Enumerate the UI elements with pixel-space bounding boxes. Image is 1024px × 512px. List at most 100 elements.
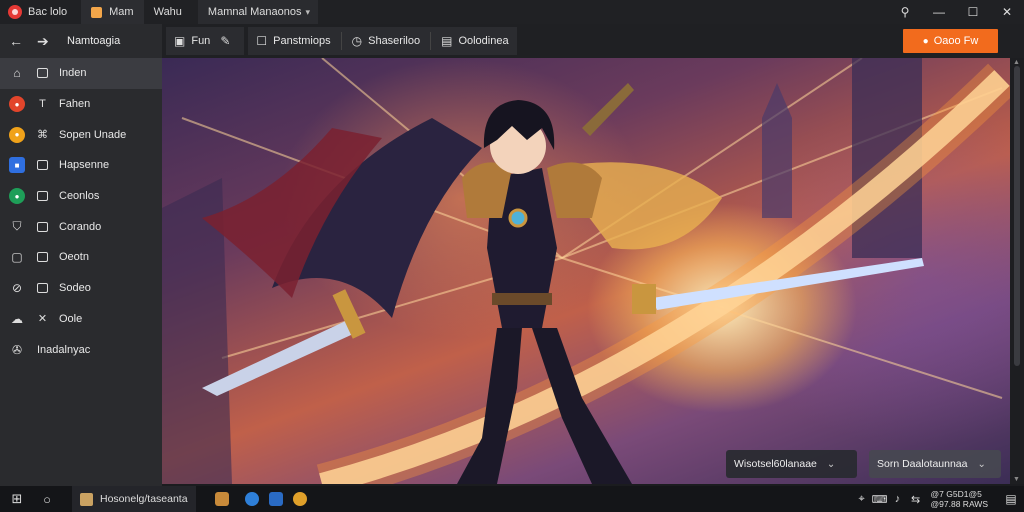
pin-icon[interactable]: ⚲ — [888, 0, 922, 24]
sidebar-item-hapsenne[interactable]: ■ Hapsenne — [0, 150, 162, 181]
toolbar-group-panstmiops: ☐ Panstmiops ◷ Shaseriloo ▤ Oolodinea — [248, 27, 517, 55]
sidebar-item-oole[interactable]: ☁ ✕ Oole — [0, 304, 162, 335]
canvas-selector-left[interactable]: Wisotsel60lanaae ⌄ — [726, 450, 857, 478]
sidebar-item-ceonlos[interactable]: ● Ceonlos — [0, 181, 162, 212]
doc-icon: ▤ — [441, 34, 453, 48]
pencil-icon[interactable]: ✎ — [220, 34, 230, 48]
scroll-down-icon[interactable]: ▼ — [1013, 476, 1020, 483]
window-icon — [37, 283, 48, 294]
arrow-left-icon[interactable]: ← — [9, 33, 25, 49]
app-thumbnail-icon — [80, 492, 93, 506]
sidebar-item-oeotn[interactable]: ▢ Oeotn — [0, 242, 162, 273]
store-icon[interactable] — [264, 486, 288, 512]
orange-red-circle-icon: ● — [9, 96, 25, 113]
fun-button[interactable]: ▣ Fun — [174, 34, 210, 48]
square-icon: ☐ — [256, 34, 268, 48]
shield-icon: ⛉ — [12, 219, 22, 234]
sidebar-item-inadalnyac[interactable]: ✇ Inadalnyac — [0, 334, 162, 365]
divider — [430, 32, 432, 50]
image-icon: ▣ — [174, 34, 186, 48]
panstmiops-button[interactable]: ☐ Panstmiops — [256, 34, 330, 48]
title-bar: Bac lolo Mam Wahu Mamnal Manaonos ▾ ⚲ — … — [0, 0, 1024, 24]
maximize-button[interactable]: ☐ — [956, 0, 990, 24]
chevron-down-icon: ▾ — [305, 6, 311, 17]
settings-icon: ✇ — [11, 342, 23, 357]
close-button[interactable]: ✕ — [990, 0, 1024, 24]
app-logo-icon — [8, 5, 22, 19]
tab-label: Wahu — [153, 6, 182, 18]
close-small-icon: ✕ — [37, 313, 48, 326]
green-circle-icon: ● — [9, 188, 25, 205]
chrome-icon[interactable] — [288, 486, 312, 512]
sidebar-item-inden[interactable]: ⌂ Inden — [0, 58, 162, 89]
sidebar-item-sodeo[interactable]: ⊘ Sodeo — [0, 273, 162, 304]
system-tray: ⌖ ⌨ ♪ ⇆ @7 G5D1@5 @97.88 RAWS ▤ — [853, 486, 1024, 512]
scrollbar-thumb[interactable] — [1014, 66, 1020, 366]
window-controls: ⚲ — ☐ ✕ — [888, 0, 1024, 24]
oolodinea-button[interactable]: ▤ Oolodinea — [441, 34, 509, 48]
chevron-down-icon: ⌄ — [977, 458, 986, 470]
canvas-selector-left-label: Wisotsel60lanaae — [734, 458, 817, 470]
clock[interactable]: @7 G5D1@5 @97.88 RAWS — [931, 489, 988, 509]
title-menu-label: Mamnal Manaonos — [207, 6, 302, 18]
tag-icon: ▢ — [11, 250, 23, 265]
anime-artwork — [162, 58, 1010, 484]
sidebar-item-fahen[interactable]: ● T Fahen — [0, 89, 162, 120]
primary-action-button[interactable]: ● Oaoo Fw — [903, 29, 998, 53]
oolodinea-label: Oolodinea — [458, 35, 509, 47]
fun-label: Fun — [191, 35, 211, 47]
windows-icon[interactable]: ⊞ — [0, 486, 34, 512]
cloud-icon: ☁ — [11, 311, 23, 326]
location-icon[interactable]: ⌖ — [853, 493, 871, 506]
window-icon — [37, 68, 48, 79]
primary-action-label: Oaoo Fw — [933, 35, 979, 47]
scroll-up-icon[interactable]: ▲ — [1013, 59, 1020, 66]
clock-time: @7 G5D1@5 — [930, 489, 982, 499]
canvas-selector-right-label: Sorn Daalotaunnaa — [877, 458, 968, 470]
paint-icon[interactable] — [210, 486, 234, 512]
sidebar-item-label: Corando — [59, 220, 102, 233]
window-icon — [37, 221, 48, 232]
sidebar-item-sopen-unade[interactable]: ● ⌘ Sopen Unade — [0, 119, 162, 150]
sidebar-header-label: Namtoagia — [67, 35, 121, 47]
compass-icon: ⊘ — [11, 281, 23, 296]
sidebar-header[interactable]: ← ➔ Namtoagia — [0, 24, 162, 58]
shaseriloo-button[interactable]: ◷ Shaseriloo — [352, 34, 420, 48]
sidebar-item-label: Ceonlos — [59, 190, 100, 203]
window-icon — [37, 252, 48, 263]
window-icon — [37, 191, 48, 202]
network-icon[interactable]: ⇆ — [907, 493, 925, 506]
toolbar: ▣ Fun ✎ ☐ Panstmiops ◷ Shaseriloo ▤ Oolo… — [162, 24, 1024, 58]
window-icon — [37, 160, 48, 171]
tab-wahu[interactable]: Wahu — [144, 0, 192, 24]
edge-icon[interactable] — [240, 486, 264, 512]
text-icon: T — [39, 98, 46, 111]
sidebar-item-label: Fahen — [59, 98, 91, 111]
arrow-right-icon[interactable]: ➔ — [37, 33, 53, 50]
sidebar-item-label: Oeotn — [59, 251, 89, 264]
taskbar: ⊞ ○ Hosonelg/taseanta ⌖ ⌨ ♪ ⇆ @7 G5D1@5 … — [0, 486, 1024, 512]
sidebar-item-label: Oole — [59, 312, 83, 325]
search-circle-icon[interactable]: ○ — [34, 486, 60, 512]
panstmiops-label: Panstmiops — [273, 35, 331, 47]
sidebar-item-corando[interactable]: ⛉ Corando — [0, 211, 162, 242]
canvas-selector-right[interactable]: Sorn Daalotaunnaa ⌄ — [869, 450, 1001, 478]
image-canvas[interactable] — [162, 58, 1010, 484]
shaseriloo-label: Shaseriloo — [368, 35, 421, 47]
home-icon: ⌂ — [13, 66, 21, 81]
tab-label: Mam — [109, 6, 134, 18]
sidebar-item-label: Inden — [59, 67, 87, 80]
vertical-scrollbar[interactable]: ▲ ▼ — [1010, 58, 1024, 484]
keyboard-icon[interactable]: ⌨ — [871, 493, 889, 506]
speaker-icon[interactable]: ♪ — [889, 493, 907, 505]
tab-file-icon — [91, 6, 103, 18]
taskbar-active-app[interactable]: Hosonelg/taseanta — [72, 486, 196, 512]
tab-mam[interactable]: Mam — [81, 0, 144, 24]
notification-icon[interactable]: ▤ — [998, 492, 1024, 506]
chevron-down-icon: ⌄ — [826, 458, 836, 470]
user-icon: ● — [922, 35, 929, 47]
divider — [340, 32, 342, 50]
title-menu-dropdown[interactable]: Mamnal Manaonos ▾ — [197, 0, 319, 24]
sidebar-item-label: Hapsenne — [59, 159, 110, 172]
minimize-button[interactable]: — — [922, 0, 956, 24]
